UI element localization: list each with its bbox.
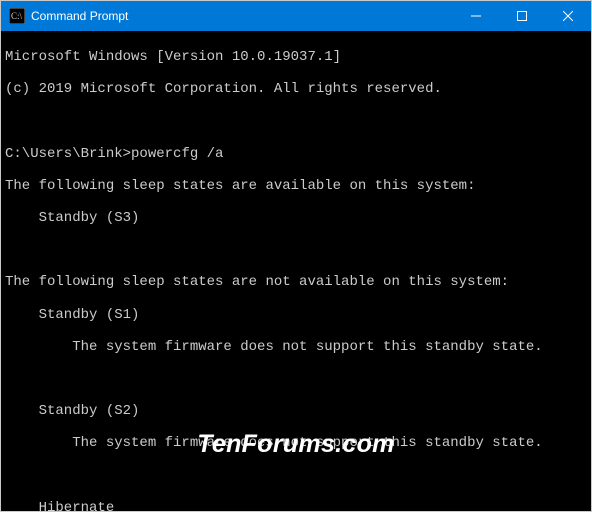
- window: C:\ Command Prompt Microsoft Windows [Ve…: [1, 1, 591, 511]
- console-line: [5, 468, 589, 484]
- maximize-button[interactable]: [499, 1, 545, 31]
- console-line: Standby (S1): [5, 307, 589, 323]
- titlebar[interactable]: C:\ Command Prompt: [1, 1, 591, 31]
- console-line: The following sleep states are not avail…: [5, 274, 589, 290]
- minimize-button[interactable]: [453, 1, 499, 31]
- console-line: [5, 371, 589, 387]
- prompt-path: C:\Users\Brink>: [5, 146, 131, 162]
- console-line: The system firmware does not support thi…: [5, 435, 589, 451]
- svg-text:C:\: C:\: [11, 11, 23, 21]
- close-button[interactable]: [545, 1, 591, 31]
- prompt-line: C:\Users\Brink>powercfg /a: [5, 146, 589, 162]
- console-line: (c) 2019 Microsoft Corporation. All righ…: [5, 81, 589, 97]
- cmd-icon: C:\: [9, 8, 25, 24]
- console-line: Hibernate: [5, 500, 589, 511]
- window-title: Command Prompt: [31, 9, 453, 23]
- console-line: Standby (S2): [5, 403, 589, 419]
- command-text: powercfg /a: [131, 146, 223, 162]
- console-line: [5, 113, 589, 129]
- console-line: Microsoft Windows [Version 10.0.19037.1]: [5, 49, 589, 65]
- console-line: The following sleep states are available…: [5, 178, 589, 194]
- console-output[interactable]: Microsoft Windows [Version 10.0.19037.1]…: [1, 31, 591, 511]
- console-line: [5, 242, 589, 258]
- console-line: Standby (S3): [5, 210, 589, 226]
- console-line: The system firmware does not support thi…: [5, 339, 589, 355]
